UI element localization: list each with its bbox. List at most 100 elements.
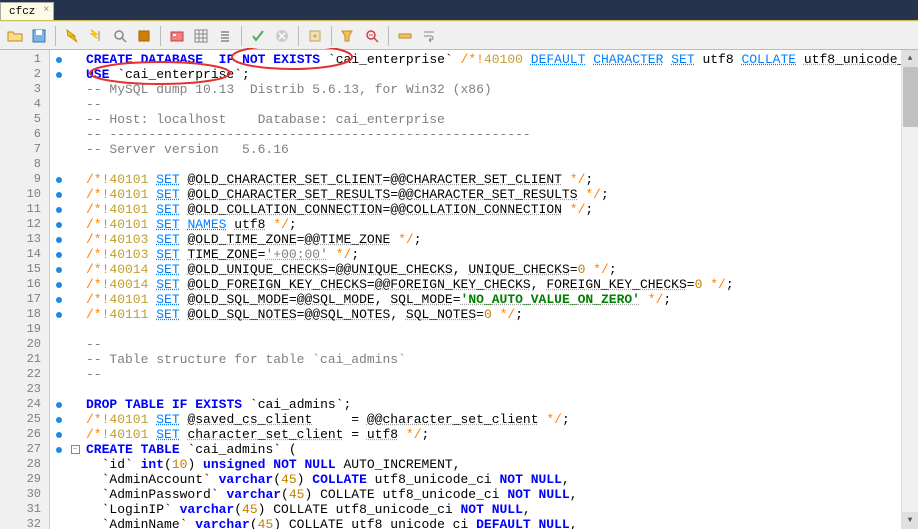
marker [50, 442, 68, 457]
code-line[interactable] [86, 157, 914, 172]
code-line[interactable]: /*!40014 SET @OLD_FOREIGN_KEY_CHECKS=@@F… [86, 277, 914, 292]
line-number: 22 [0, 367, 41, 382]
code-line[interactable]: /*!40101 SET @OLD_COLLATION_CONNECTION=@… [86, 202, 914, 217]
fold-cell [68, 127, 82, 142]
code-line[interactable]: `id` int(10) unsigned NOT NULL AUTO_INCR… [86, 457, 914, 472]
execute-step-button[interactable] [85, 25, 107, 47]
code-line[interactable]: `LoginIP` varchar(45) COLLATE utf8_unico… [86, 502, 914, 517]
breakpoint-dot [56, 57, 62, 63]
export-button[interactable] [304, 25, 326, 47]
code-line[interactable]: /*!40101 SET NAMES utf8 */; [86, 217, 914, 232]
check-button[interactable] [247, 25, 269, 47]
code-line[interactable]: -- Host: localhost Database: cai_enterpr… [86, 112, 914, 127]
line-number: 14 [0, 247, 41, 262]
code-line[interactable]: /*!40101 SET @OLD_SQL_MODE=@@SQL_MODE, S… [86, 292, 914, 307]
marker [50, 487, 68, 502]
zoom-button[interactable] [361, 25, 383, 47]
marker [50, 202, 68, 217]
line-number: 25 [0, 412, 41, 427]
line-number: 9 [0, 172, 41, 187]
fold-cell [68, 307, 82, 322]
grid-button[interactable] [190, 25, 212, 47]
wrap-button[interactable] [418, 25, 440, 47]
marker [50, 427, 68, 442]
fold-cell [68, 172, 82, 187]
code-line[interactable] [86, 322, 914, 337]
code-line[interactable]: /*!40111 SET @OLD_SQL_NOTES=@@SQL_NOTES,… [86, 307, 914, 322]
code-line[interactable]: CREATE DATABASE IF NOT EXISTS `cai_enter… [86, 52, 914, 67]
marker [50, 322, 68, 337]
separator [331, 26, 332, 46]
code-line[interactable]: -- Table structure for table `cai_admins… [86, 352, 914, 367]
marker [50, 172, 68, 187]
search-button[interactable] [109, 25, 131, 47]
code-line[interactable]: /*!40014 SET @OLD_UNIQUE_CHECKS=@@UNIQUE… [86, 262, 914, 277]
close-icon[interactable]: × [43, 5, 49, 16]
fold-cell [68, 247, 82, 262]
code-line[interactable]: /*!40103 SET @OLD_TIME_ZONE=@@TIME_ZONE … [86, 232, 914, 247]
marker [50, 247, 68, 262]
cancel-button[interactable] [271, 25, 293, 47]
vertical-scrollbar[interactable]: ▲ ▼ [901, 50, 918, 529]
code-line[interactable]: -- [86, 367, 914, 382]
code-line[interactable]: DROP TABLE IF EXISTS `cai_admins`; [86, 397, 914, 412]
fold-cell [68, 67, 82, 82]
format-button[interactable] [337, 25, 359, 47]
code-line[interactable]: /*!40101 SET @OLD_CHARACTER_SET_RESULTS=… [86, 187, 914, 202]
list-button[interactable] [214, 25, 236, 47]
code-line[interactable]: /*!40101 SET @OLD_CHARACTER_SET_CLIENT=@… [86, 172, 914, 187]
code-line[interactable]: USE `cai_enterprise`; [86, 67, 914, 82]
line-number: 7 [0, 142, 41, 157]
stop-button[interactable] [133, 25, 155, 47]
code-line[interactable]: -- [86, 337, 914, 352]
breakpoint-dot [56, 192, 62, 198]
code-line[interactable]: -- [86, 97, 914, 112]
line-number: 30 [0, 487, 41, 502]
separator [241, 26, 242, 46]
line-number-gutter: 1234567891011121314151617181920212223242… [0, 50, 50, 529]
code-area[interactable]: CREATE DATABASE IF NOT EXISTS `cai_enter… [82, 50, 918, 529]
code-line[interactable]: -- MySQL dump 10.13 Distrib 5.6.13, for … [86, 82, 914, 97]
marker [50, 217, 68, 232]
code-line[interactable]: -- Server version 5.6.16 [86, 142, 914, 157]
fold-cell [68, 217, 82, 232]
marker [50, 277, 68, 292]
code-line[interactable]: `AdminName` varchar(45) COLLATE utf8 uni… [86, 517, 914, 529]
line-number: 10 [0, 187, 41, 202]
code-line[interactable]: /*!40101 SET character_set_client = utf8… [86, 427, 914, 442]
line-number: 24 [0, 397, 41, 412]
fold-cell [68, 397, 82, 412]
code-line[interactable]: `AdminPassword` varchar(45) COLLATE utf8… [86, 487, 914, 502]
marker [50, 412, 68, 427]
code-line[interactable]: /*!40101 SET @saved_cs_client = @@charac… [86, 412, 914, 427]
code-line[interactable]: `AdminAccount` varchar(45) COLLATE utf8_… [86, 472, 914, 487]
scrollbar-thumb[interactable] [903, 67, 918, 127]
save-button[interactable] [28, 25, 50, 47]
marker [50, 472, 68, 487]
fold-cell [68, 382, 82, 397]
breakpoint-dot [56, 177, 62, 183]
line-number: 29 [0, 472, 41, 487]
fold-toggle[interactable]: − [71, 445, 80, 454]
marker [50, 52, 68, 67]
breakpoint-dot [56, 432, 62, 438]
helper-button[interactable] [166, 25, 188, 47]
execute-button[interactable] [61, 25, 83, 47]
open-folder-button[interactable] [4, 25, 26, 47]
code-line[interactable]: CREATE TABLE `cai_admins` ( [86, 442, 914, 457]
scroll-up-button[interactable]: ▲ [902, 50, 918, 67]
code-line[interactable]: -- -------------------------------------… [86, 127, 914, 142]
hide-button[interactable] [394, 25, 416, 47]
marker [50, 337, 68, 352]
marker [50, 457, 68, 472]
line-number: 15 [0, 262, 41, 277]
editor[interactable]: 1234567891011121314151617181920212223242… [0, 50, 918, 529]
line-number: 4 [0, 97, 41, 112]
scroll-down-button[interactable]: ▼ [902, 512, 918, 529]
code-line[interactable]: /*!40103 SET TIME_ZONE='+00:00' */; [86, 247, 914, 262]
code-line[interactable] [86, 382, 914, 397]
file-tab[interactable]: cfcz × [0, 2, 54, 20]
fold-cell [68, 457, 82, 472]
line-number: 3 [0, 82, 41, 97]
fold-cell [68, 277, 82, 292]
